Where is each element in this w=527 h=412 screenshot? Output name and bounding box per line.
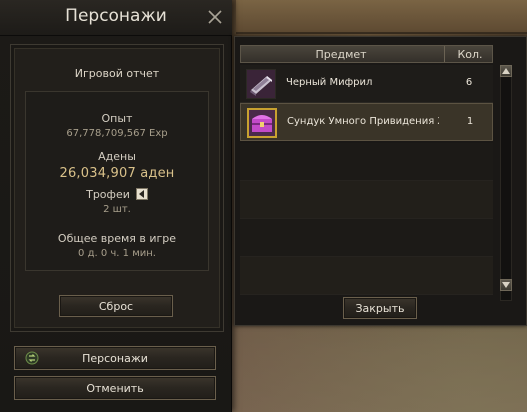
trophies-row: Трофеи	[26, 186, 208, 202]
adena-label: Адены	[98, 150, 136, 163]
scrollbar[interactable]	[500, 65, 512, 301]
chevron-down-icon	[502, 282, 510, 288]
column-qty-header: Кол.	[457, 48, 483, 61]
loot-window: Предмет Кол. Черный Мифрил 6 Сундук Умно…	[234, 36, 527, 326]
playtime-value: 0 д. 0 ч. 1 мин.	[78, 248, 156, 259]
scene-arch	[236, 0, 527, 34]
chevron-up-icon	[502, 68, 510, 74]
report-stats-box: Опыт 67,778,709,567 Exp Адены 26,034,907…	[25, 91, 209, 271]
cancel-button[interactable]: Отменить	[14, 376, 216, 400]
scroll-up-button[interactable]	[500, 65, 512, 77]
close-button[interactable]: Закрыть	[343, 297, 417, 319]
exp-label: Опыт	[101, 112, 133, 125]
playtime-label: Общее время в игре	[57, 232, 177, 245]
characters-panel: Персонажи Игровой отчет Опыт 67,778,709,…	[0, 0, 232, 412]
item-name: Сундук Умного Привидения Х:	[287, 116, 439, 127]
scroll-down-button[interactable]	[500, 279, 512, 291]
header-divider	[444, 46, 445, 62]
character-swap-icon	[25, 351, 39, 365]
loot-table-header: Предмет Кол.	[240, 45, 493, 63]
loot-table-body: Черный Мифрил 6 Сундук Умного Привидения…	[240, 65, 502, 317]
empty-row	[240, 143, 493, 181]
characters-button-label: Персонажи	[82, 351, 148, 365]
trophies-expand-button[interactable]	[135, 188, 148, 200]
close-icon[interactable]	[205, 7, 225, 27]
characters-button[interactable]: Персонажи	[14, 346, 216, 370]
panel-title: Персонажи	[65, 6, 167, 26]
black-mithril-icon	[246, 69, 276, 99]
empty-row	[240, 181, 493, 219]
item-qty: 6	[465, 77, 473, 88]
report-title: Игровой отчет	[74, 67, 160, 80]
adena-value: 26,034,907 аден	[59, 166, 175, 181]
trophies-value: 2 шт.	[103, 204, 131, 215]
exp-value: 67,778,709,567 Exp	[66, 128, 168, 139]
game-report-frame: Игровой отчет Опыт 67,778,709,567 Exp Ад…	[10, 44, 224, 332]
item-qty: 1	[466, 116, 474, 127]
smart-ghost-chest-icon	[247, 108, 277, 138]
item-name: Черный Мифрил	[286, 77, 373, 88]
reset-button[interactable]: Сброс	[59, 295, 173, 317]
table-row-selected[interactable]: Сундук Умного Привидения Х: 1	[240, 103, 493, 141]
empty-row	[240, 257, 493, 295]
panel-header: Персонажи	[0, 0, 232, 36]
empty-row	[240, 219, 493, 257]
arrow-left-icon	[138, 190, 144, 198]
table-row[interactable]: Черный Мифрил 6	[240, 65, 493, 103]
column-item-header: Предмет	[315, 48, 367, 61]
trophies-label: Трофеи	[86, 187, 130, 201]
